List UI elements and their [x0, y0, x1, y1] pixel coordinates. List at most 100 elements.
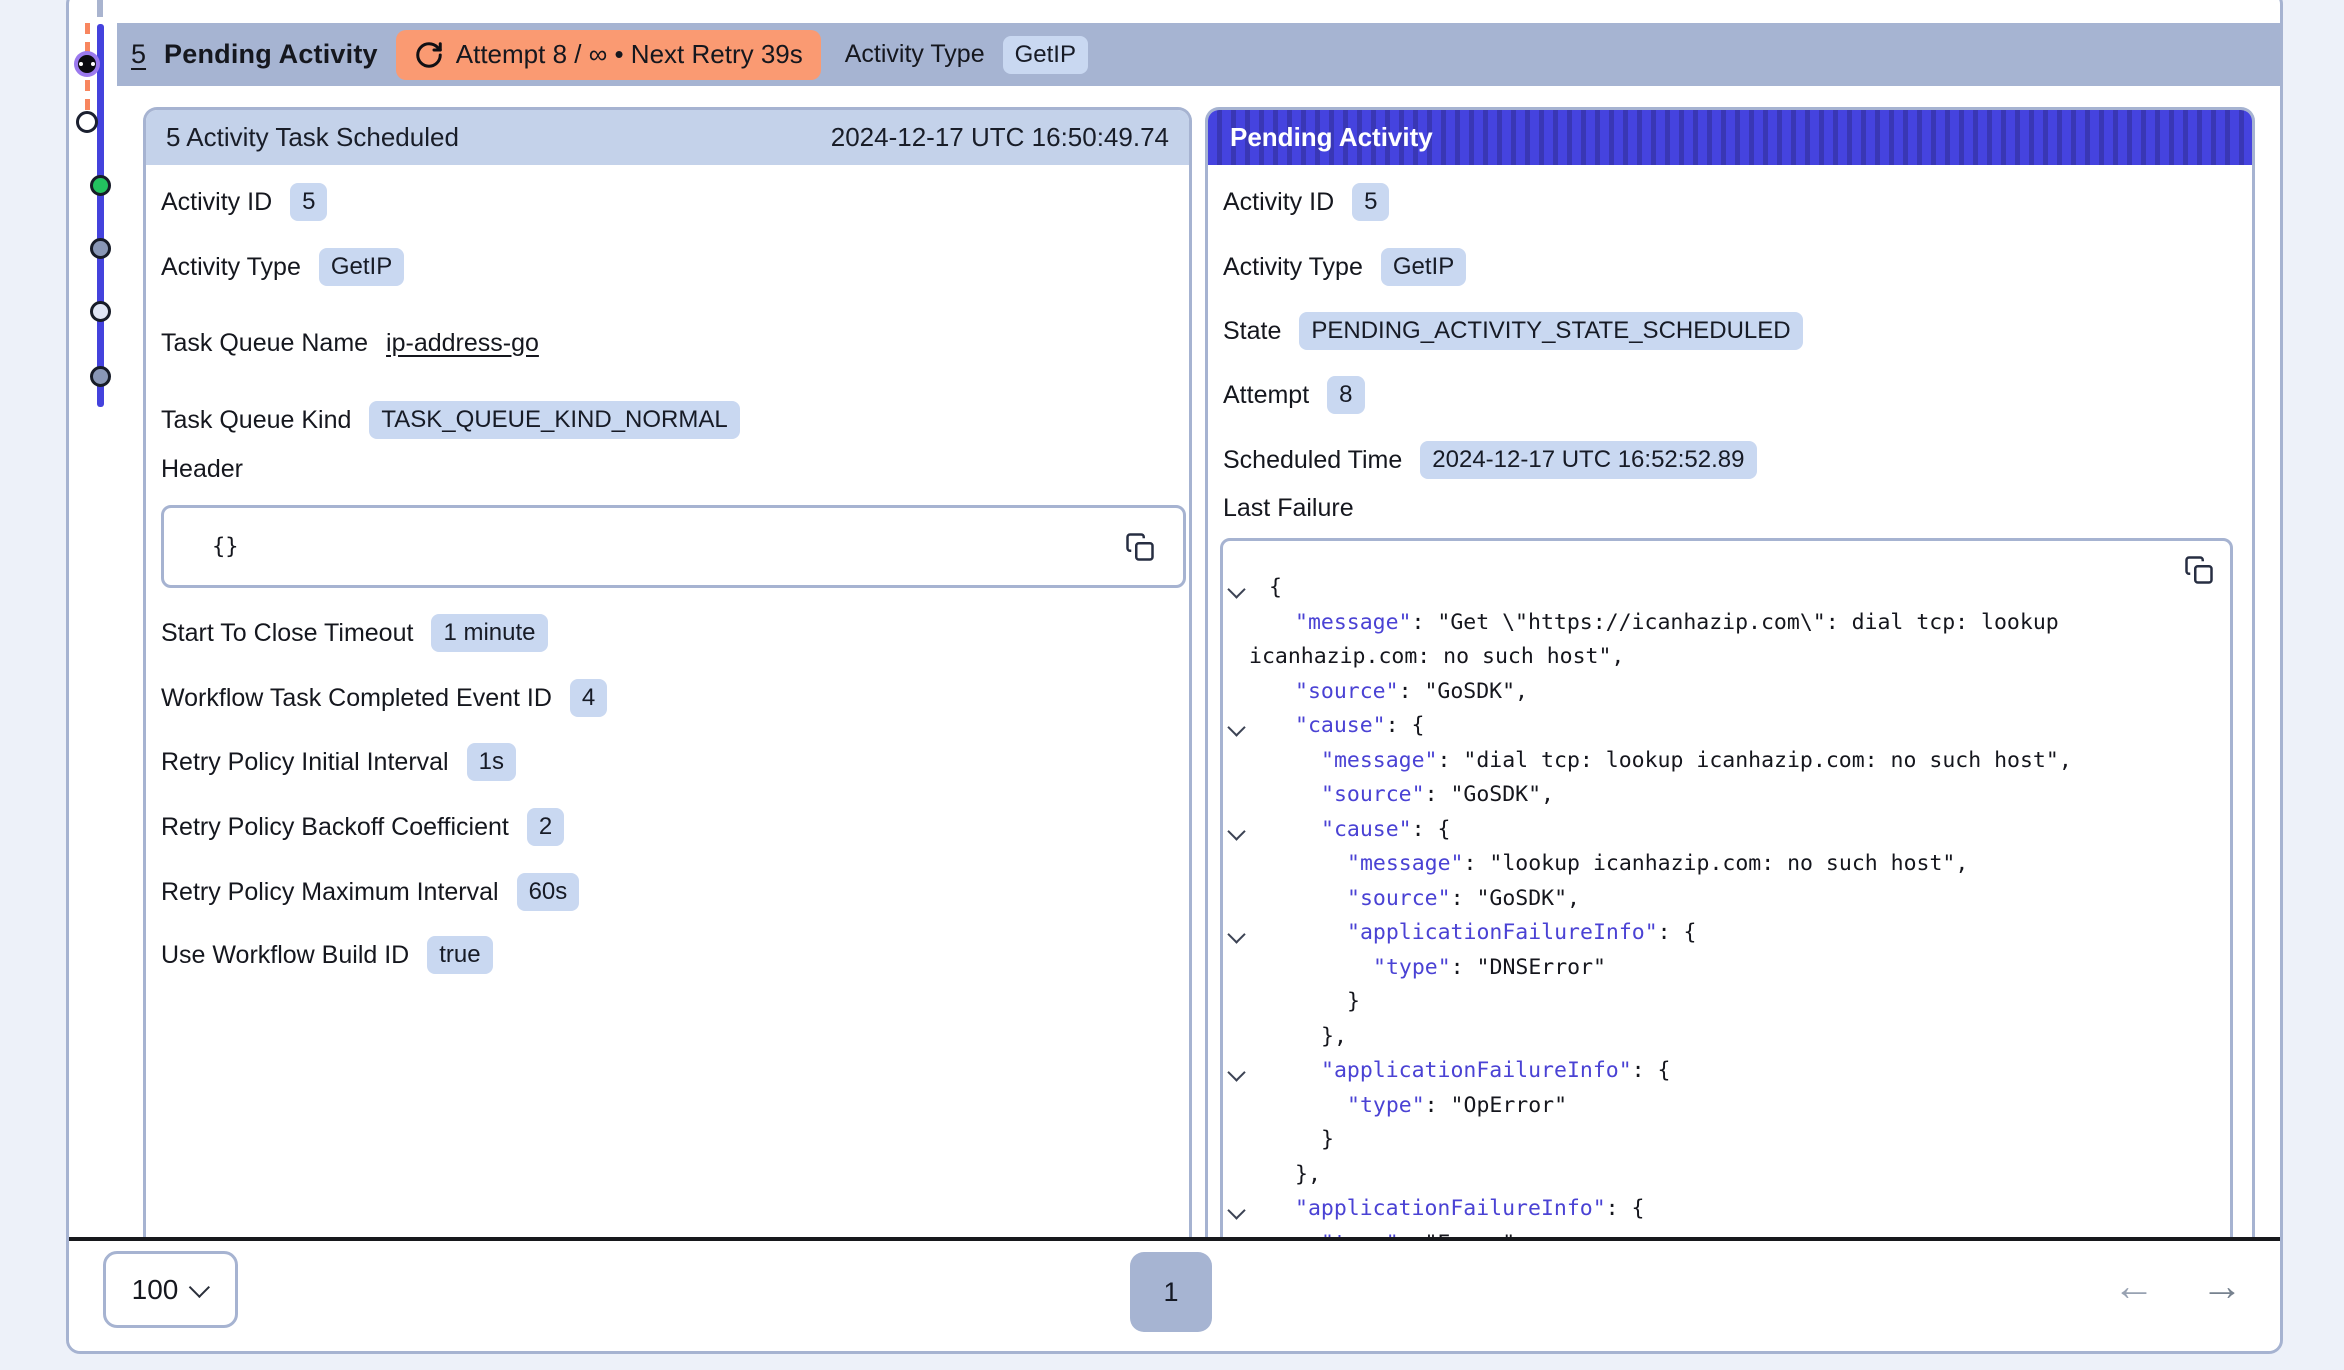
json-text: : "lookup icanhazip.com: no such host", [1464, 851, 1969, 876]
field-value-badge: 2 [527, 808, 564, 846]
timeline-node-event[interactable] [90, 238, 111, 259]
card-title: Pending Activity [1230, 122, 1433, 153]
json-text: : "OpError" [1425, 1093, 1567, 1118]
timeline-node-completed-event[interactable] [90, 175, 111, 196]
collapse-chevron-icon[interactable] [1227, 1201, 1245, 1219]
rotate-cw-icon [414, 40, 444, 70]
copy-button[interactable] [1125, 532, 1155, 562]
field-value-badge: 8 [1327, 376, 1364, 414]
previous-page-button[interactable]: ← [2107, 1255, 2161, 1317]
collapse-chevron-icon[interactable] [1227, 822, 1245, 840]
collapse-chevron-icon[interactable] [1227, 580, 1245, 598]
field-row-use-wf-build-id: Use Workflow Build ID true [161, 933, 493, 977]
activity-task-scheduled-card: 5 Activity Task Scheduled 2024-12-17 UTC… [143, 107, 1192, 1238]
current-page-button[interactable]: 1 [1130, 1252, 1212, 1332]
retry-badge: Attempt 8 / ∞ • Next Retry 39s [396, 30, 821, 80]
page-size-value: 100 [132, 1274, 179, 1306]
field-row-retry-initial: Retry Policy Initial Interval 1s [161, 740, 516, 784]
chevron-down-icon [189, 1277, 210, 1298]
json-text: } [1347, 989, 1360, 1014]
field-row-scheduled-time: Scheduled Time 2024-12-17 UTC 16:52:52.8… [1223, 438, 1757, 482]
field-value-badge: GetIP [1381, 248, 1466, 286]
timeline-node-event[interactable] [90, 301, 111, 322]
pagination-footer: 100 1 ← → [69, 1241, 2280, 1351]
field-value-badge: 5 [290, 183, 327, 221]
field-row-attempt: Attempt 8 [1223, 373, 1365, 417]
state-badge: PENDING_ACTIVITY_STATE_SCHEDULED [1299, 312, 1802, 350]
field-value-badge: 5 [1352, 183, 1389, 221]
copy-icon [1125, 532, 1155, 562]
json-key: "message" [1321, 748, 1438, 773]
collapse-chevron-icon[interactable] [1227, 718, 1245, 736]
timeline-node-pending-marker[interactable] [78, 55, 96, 73]
json-text: : { [1632, 1058, 1671, 1083]
header-payload-value: {} [212, 534, 239, 559]
field-row-task-queue-name: Task Queue Name ip-address-go [161, 321, 539, 365]
copy-icon [2184, 555, 2214, 585]
event-history-container: 5 Pending Activity Attempt 8 / ∞ • Next … [66, 0, 2283, 1354]
json-text: : "GoSDK", [1451, 886, 1580, 911]
json-key: "message" [1347, 851, 1464, 876]
timeline-line [97, 24, 104, 407]
json-text: : { [1606, 1196, 1645, 1221]
json-key: "type" [1347, 1093, 1425, 1118]
collapse-chevron-icon[interactable] [1227, 925, 1245, 943]
field-label: Use Workflow Build ID [161, 941, 409, 970]
card-timestamp: 2024-12-17 UTC 16:50:49.74 [831, 122, 1169, 153]
task-queue-link[interactable]: ip-address-go [386, 329, 539, 358]
field-row-start-to-close: Start To Close Timeout 1 minute [161, 611, 548, 655]
json-text: : "dial tcp: lookup icanhazip.com: no su… [1438, 748, 2072, 773]
json-key: "cause" [1321, 817, 1412, 842]
timeline-stub-line [97, 0, 103, 17]
field-row-activity-type: Activity Type GetIP [161, 245, 404, 289]
json-text: : { [1412, 817, 1451, 842]
json-key: "applicationFailureInfo" [1347, 920, 1658, 945]
event-row-header[interactable]: 5 Pending Activity Attempt 8 / ∞ • Next … [117, 23, 2280, 86]
field-row-wf-task-completed: Workflow Task Completed Event ID 4 [161, 676, 607, 720]
field-row-state: State PENDING_ACTIVITY_STATE_SCHEDULED [1223, 309, 1803, 353]
field-value-badge: 1 minute [431, 614, 547, 652]
field-value-badge: TASK_QUEUE_KIND_NORMAL [369, 401, 739, 439]
timeline-node-open-event[interactable] [76, 111, 98, 133]
timeline-node-event[interactable] [90, 366, 111, 387]
field-label: Activity ID [161, 188, 272, 217]
pending-activity-card: Pending Activity Activity ID 5 Activity … [1205, 107, 2255, 1238]
next-page-button[interactable]: → [2195, 1255, 2249, 1317]
json-content: {"message": "Get \"https://icanhazip.com… [1223, 541, 2230, 1238]
field-value-badge: true [427, 936, 492, 974]
field-label: Activity Type [1223, 253, 1363, 282]
json-key: "type" [1373, 955, 1451, 980]
field-row-retry-max: Retry Policy Maximum Interval 60s [161, 870, 579, 914]
json-key: "message" [1295, 610, 1412, 635]
json-key: "cause" [1295, 713, 1386, 738]
json-text: : { [1658, 920, 1697, 945]
field-label: Activity Type [161, 253, 301, 282]
field-row-activity-type: Activity Type GetIP [1223, 245, 1466, 289]
last-failure-json-viewer[interactable]: {"message": "Get \"https://icanhazip.com… [1220, 538, 2233, 1238]
last-failure-label: Last Failure [1223, 494, 1354, 522]
field-label: Retry Policy Backoff Coefficient [161, 813, 509, 842]
field-label: Activity ID [1223, 188, 1334, 217]
field-value-badge: 2024-12-17 UTC 16:52:52.89 [1420, 441, 1756, 479]
field-row-activity-id: Activity ID 5 [1223, 180, 1389, 224]
activity-type-label: Activity Type [845, 40, 985, 69]
field-label: Retry Policy Maximum Interval [161, 878, 499, 907]
event-title: Pending Activity [164, 39, 378, 70]
field-value-badge: 60s [517, 873, 580, 911]
json-key: "source" [1321, 782, 1425, 807]
page-size-select[interactable]: 100 [103, 1251, 238, 1328]
copy-button[interactable] [2184, 555, 2214, 585]
collapse-chevron-icon[interactable] [1227, 1063, 1245, 1081]
field-value-badge: 1s [467, 743, 516, 781]
header-payload-box: {} [161, 505, 1186, 588]
event-id-link[interactable]: 5 [131, 39, 146, 70]
field-label: Retry Policy Initial Interval [161, 748, 449, 777]
field-label: Task Queue Name [161, 329, 368, 358]
retry-badge-label: Attempt 8 / ∞ • Next Retry 39s [456, 39, 803, 70]
header-section-label: Header [161, 455, 243, 483]
json-text: : "DNSError" [1451, 955, 1606, 980]
json-text: { [1269, 575, 1282, 600]
json-text: }, [1295, 1162, 1321, 1187]
field-row-retry-backoff: Retry Policy Backoff Coefficient 2 [161, 805, 564, 849]
field-row-activity-id: Activity ID 5 [161, 180, 327, 224]
